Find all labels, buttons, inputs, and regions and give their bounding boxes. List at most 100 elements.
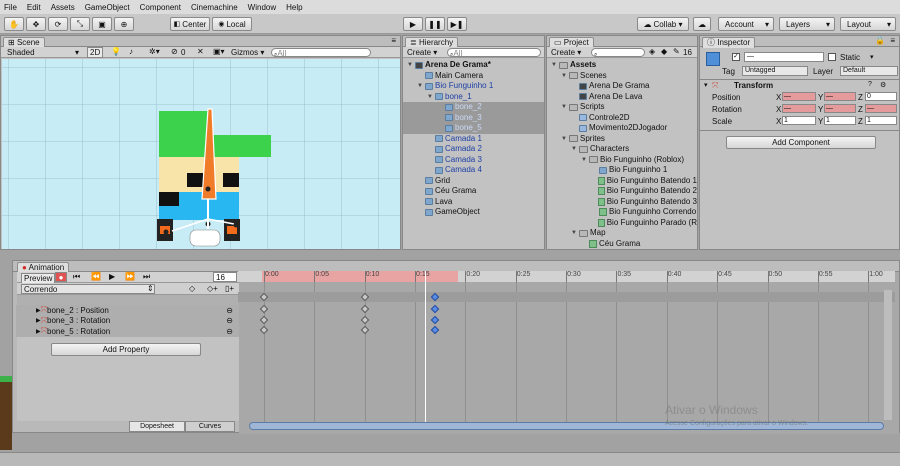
- pause-button[interactable]: ❚❚: [425, 17, 445, 31]
- filter-type-icon[interactable]: ◈: [649, 47, 655, 56]
- lock-icon[interactable]: 🔒: [875, 36, 885, 45]
- project-item[interactable]: ▼ Bio Funguinho (Roblox): [547, 155, 697, 166]
- project-item[interactable]: Movimento2DJogador: [547, 123, 697, 134]
- layout-dropdown[interactable]: Layout ▾: [840, 17, 896, 31]
- menu-item-component[interactable]: Component: [140, 3, 181, 12]
- hierarchy-create-button[interactable]: Create ▾: [407, 48, 437, 57]
- animated-property-row[interactable]: ▶ ⤧ bone_3 : Rotation ⊖: [16, 315, 239, 326]
- hierarchy-item[interactable]: Camada 1: [403, 134, 544, 145]
- project-item[interactable]: Bio Funguinho 1: [547, 165, 697, 176]
- help-icon[interactable]: ?: [868, 81, 872, 88]
- hierarchy-item[interactable]: Céu Grama: [403, 186, 544, 197]
- scale-z-field[interactable]: 1: [865, 116, 897, 125]
- hand-tool-icon[interactable]: ✋: [4, 17, 24, 31]
- project-item[interactable]: Bio Funguinho Parado (R: [547, 218, 697, 229]
- toggle-2d-button[interactable]: 2D: [87, 47, 104, 58]
- favorites-icon[interactable]: ✎: [673, 47, 680, 56]
- add-keyframe-icon[interactable]: ◇: [189, 284, 195, 293]
- next-keyframe-icon[interactable]: ⏩: [125, 272, 135, 281]
- scene-search-input[interactable]: ⌕All: [271, 48, 371, 58]
- dopesheet-tab[interactable]: Dopesheet: [129, 421, 185, 432]
- scale-y-field[interactable]: 1: [824, 116, 856, 125]
- shading-dropdown[interactable]: Shaded: [7, 48, 35, 57]
- expand-arrow-icon[interactable]: ▼: [561, 134, 569, 145]
- expand-arrow-icon[interactable]: ▼: [571, 228, 579, 239]
- hierarchy-item[interactable]: Camada 2: [403, 144, 544, 155]
- hidden-count-icon[interactable]: ⊘: [171, 47, 178, 56]
- animated-property-row[interactable]: ▶ ⤧ bone_2 : Position ⊖: [16, 305, 239, 316]
- expand-arrow-icon[interactable]: ▼: [417, 81, 425, 92]
- settings-icon[interactable]: ⚙: [880, 81, 886, 89]
- scene-viewport[interactable]: [2, 59, 400, 249]
- playhead[interactable]: [425, 271, 426, 423]
- rotation-x-field[interactable]: —: [782, 104, 816, 113]
- rotation-z-field[interactable]: —: [865, 104, 897, 113]
- layer-dropdown[interactable]: Default: [840, 66, 898, 76]
- menu-item-gameobject[interactable]: GameObject: [85, 3, 130, 12]
- position-x-field[interactable]: —: [782, 92, 816, 101]
- hierarchy-item[interactable]: Camada 3: [403, 155, 544, 166]
- project-item[interactable]: Bio Funguinho Batendo 3: [547, 197, 697, 208]
- expand-arrow-icon[interactable]: ▼: [551, 60, 559, 71]
- expand-arrow-icon[interactable]: ▼: [581, 155, 589, 166]
- rotation-y-field[interactable]: —: [824, 104, 856, 113]
- camera-settings-icon[interactable]: ▣▾: [213, 47, 225, 56]
- project-item[interactable]: ▼ Map: [547, 228, 697, 239]
- animated-property-row[interactable]: ▶ ⤧ bone_5 : Rotation ⊖: [16, 326, 239, 337]
- audio-icon[interactable]: ♪: [129, 47, 133, 56]
- chevron-down-icon[interactable]: ▾: [870, 53, 874, 61]
- hierarchy-item[interactable]: Camada 4: [403, 165, 544, 176]
- menu-item-window[interactable]: Window: [248, 3, 276, 12]
- expand-arrow-icon[interactable]: ▼: [407, 60, 415, 71]
- project-item[interactable]: ▼ Scripts: [547, 102, 697, 113]
- hierarchy-item[interactable]: ▼ bone_1: [403, 92, 544, 103]
- play-icon[interactable]: ▶: [109, 272, 115, 281]
- menu-item-assets[interactable]: Assets: [51, 3, 75, 12]
- cloud-services-button[interactable]: ☁: [693, 17, 711, 31]
- rect-tool-icon[interactable]: ▣: [92, 17, 112, 31]
- menu-item-file[interactable]: File: [4, 3, 17, 12]
- chevron-down-icon[interactable]: ▾: [704, 81, 708, 89]
- expand-arrow-icon[interactable]: ▼: [571, 144, 579, 155]
- account-dropdown[interactable]: Account ▾: [718, 17, 774, 31]
- scene-canvas[interactable]: [2, 59, 400, 249]
- active-checkbox[interactable]: ✓: [732, 53, 740, 61]
- transform-tool-icon[interactable]: ⊕: [114, 17, 134, 31]
- project-item[interactable]: ▼ Sprites: [547, 134, 697, 145]
- expand-arrow-icon[interactable]: ▼: [561, 102, 569, 113]
- vertical-scrollbar[interactable]: [884, 290, 892, 420]
- hierarchy-item[interactable]: bone_2: [403, 102, 544, 113]
- hierarchy-item[interactable]: ▼ Bio Funguinho 1: [403, 81, 544, 92]
- position-z-field[interactable]: 0: [865, 92, 897, 101]
- project-item[interactable]: Controle2D: [547, 113, 697, 124]
- hierarchy-item[interactable]: ▼ Arena De Grama*: [403, 60, 544, 71]
- expand-arrow-icon[interactable]: ▼: [561, 71, 569, 82]
- project-item[interactable]: Bio Funguinho Batendo 2: [547, 186, 697, 197]
- scale-tool-icon[interactable]: ⤡: [70, 17, 90, 31]
- move-tool-icon[interactable]: ✥: [26, 17, 46, 31]
- hierarchy-item[interactable]: bone_3: [403, 112, 544, 123]
- tools-icon[interactable]: ✕: [197, 47, 204, 56]
- tab-inspector[interactable]: ⓘ Inspector: [702, 37, 756, 48]
- project-item[interactable]: Arena De Lava: [547, 92, 697, 103]
- hierarchy-search-input[interactable]: ⌕All: [447, 48, 541, 58]
- expand-arrow-icon[interactable]: ▼: [427, 92, 435, 103]
- step-button[interactable]: ▶❚: [447, 17, 467, 31]
- effects-icon[interactable]: ✲▾: [149, 47, 160, 56]
- add-property-button[interactable]: Add Property: [51, 343, 201, 356]
- pivot-local-button[interactable]: ◉ Local: [212, 17, 252, 31]
- name-field[interactable]: —: [744, 52, 824, 62]
- tag-dropdown[interactable]: Untagged: [742, 66, 808, 76]
- add-event-icon[interactable]: ▯+: [225, 284, 234, 293]
- add-keyframe-plus-icon[interactable]: ◇+: [207, 284, 218, 293]
- project-item[interactable]: ▼ Scenes: [547, 71, 697, 82]
- project-item[interactable]: Céu Grama: [547, 239, 697, 250]
- record-button[interactable]: ●: [55, 272, 67, 282]
- layers-dropdown[interactable]: Layers ▾: [779, 17, 835, 31]
- light-icon[interactable]: 💡: [111, 47, 121, 56]
- last-keyframe-icon[interactable]: ⏭: [143, 272, 150, 282]
- position-y-field[interactable]: —: [824, 92, 856, 101]
- hierarchy-item[interactable]: Grid: [403, 176, 544, 187]
- project-item[interactable]: Bio Funguinho Batendo 1: [547, 176, 697, 187]
- curves-tab[interactable]: Curves: [185, 421, 235, 432]
